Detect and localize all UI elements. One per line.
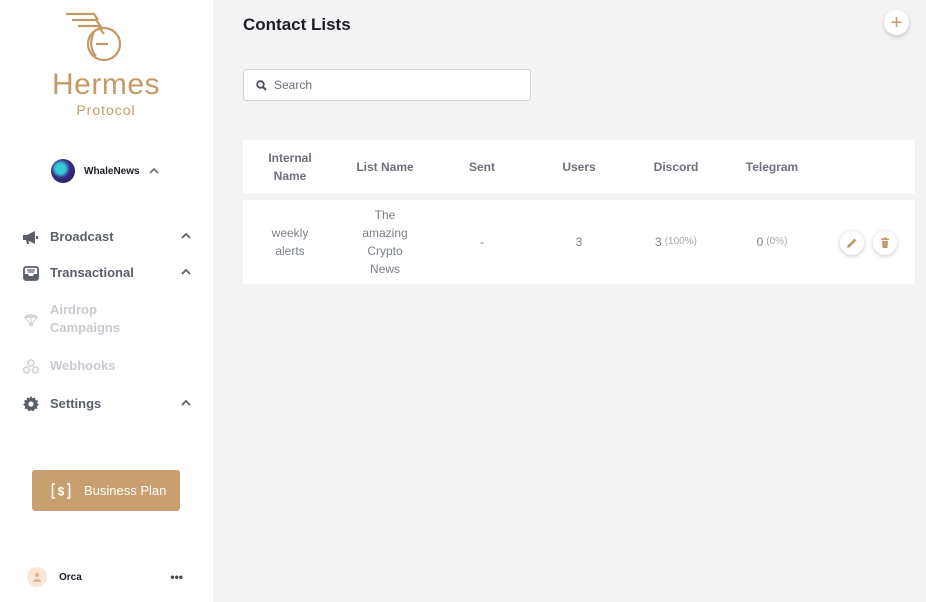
table-row[interactable]: weekly alerts The amazing Crypto News - …: [243, 200, 915, 284]
gear-icon: [22, 396, 39, 413]
sidebar-item-label: Airdrop Campaigns: [50, 302, 121, 335]
cell-sent: -: [480, 235, 484, 249]
inbox-icon: [22, 265, 39, 282]
sidebar-item-label: Webhooks: [50, 358, 116, 373]
sidebar-item-transactional[interactable]: Transactional: [22, 262, 200, 284]
chevron-up-icon[interactable]: [180, 230, 192, 242]
trash-icon: [881, 237, 889, 248]
sidebar-item-airdrop-campaigns[interactable]: Airdrop Campaigns: [22, 301, 200, 337]
column-header-list-name[interactable]: List Name: [345, 140, 425, 193]
table-header: Internal Name List Name Sent Users Disco…: [243, 140, 915, 193]
sidebar-item-label: Broadcast: [50, 229, 114, 244]
add-contact-list-button[interactable]: +: [884, 10, 909, 35]
megaphone-icon: [22, 229, 39, 246]
page-title: Contact Lists: [243, 15, 351, 34]
column-header-sent[interactable]: Sent: [452, 140, 512, 193]
edit-button[interactable]: [840, 231, 864, 255]
sidebar-item-settings[interactable]: Settings: [22, 393, 200, 415]
account-switcher[interactable]: WhaleNews: [51, 159, 160, 183]
more-options-icon[interactable]: •••: [170, 570, 183, 584]
discord-count: 3: [655, 235, 662, 249]
user-profile[interactable]: Orca •••: [27, 567, 187, 587]
delete-button[interactable]: [873, 231, 897, 255]
sidebar-item-label: Settings: [50, 396, 102, 411]
discord-percent: (100%): [664, 236, 697, 247]
sidebar-item-webhooks[interactable]: Webhooks: [22, 355, 200, 377]
dollar-bill-icon: $: [51, 482, 71, 499]
parachute-icon: [22, 310, 39, 327]
webhook-icon: [22, 358, 39, 375]
pencil-icon: [847, 238, 857, 248]
business-plan-button[interactable]: $ Business Plan: [32, 470, 180, 511]
column-header-internal-name[interactable]: Internal Name: [255, 140, 325, 193]
cell-internal-name: weekly alerts: [271, 226, 309, 258]
winged-helmet-icon: [66, 12, 122, 62]
sidebar: Hermes Protocol WhaleNews Broadcast Tran…: [0, 0, 213, 602]
chevron-up-icon[interactable]: [180, 397, 192, 409]
telegram-percent: (0%): [766, 236, 788, 247]
hermes-logo: Hermes Protocol: [36, 10, 176, 122]
search-icon: [256, 79, 267, 91]
column-header-discord[interactable]: Discord: [641, 140, 711, 193]
user-icon: [33, 572, 41, 582]
account-name: WhaleNews: [84, 165, 140, 177]
svg-text:$: $: [58, 484, 65, 498]
cell-list-name: The amazing Crypto News: [362, 208, 408, 276]
search-input[interactable]: [274, 78, 514, 92]
cell-telegram: 0 (0%): [727, 200, 817, 284]
cell-discord: 3 (100%): [631, 200, 721, 284]
sidebar-item-label: Transactional: [50, 265, 134, 280]
column-header-telegram[interactable]: Telegram: [737, 140, 807, 193]
brand-title: Hermes: [51, 68, 160, 101]
chevron-up-icon[interactable]: [180, 266, 192, 278]
search-field[interactable]: [243, 69, 531, 101]
business-plan-label: Business Plan: [84, 483, 167, 498]
cell-users: 3: [575, 235, 583, 249]
column-header-users[interactable]: Users: [549, 140, 609, 193]
avatar: [27, 567, 47, 587]
user-name: Orca: [59, 571, 82, 583]
brand-subtitle: Protocol: [76, 102, 136, 118]
account-avatar: [51, 159, 75, 183]
sidebar-item-broadcast[interactable]: Broadcast: [22, 226, 200, 248]
plus-icon: +: [890, 11, 903, 34]
telegram-count: 0: [756, 235, 764, 249]
chevron-up-icon: [148, 167, 159, 174]
